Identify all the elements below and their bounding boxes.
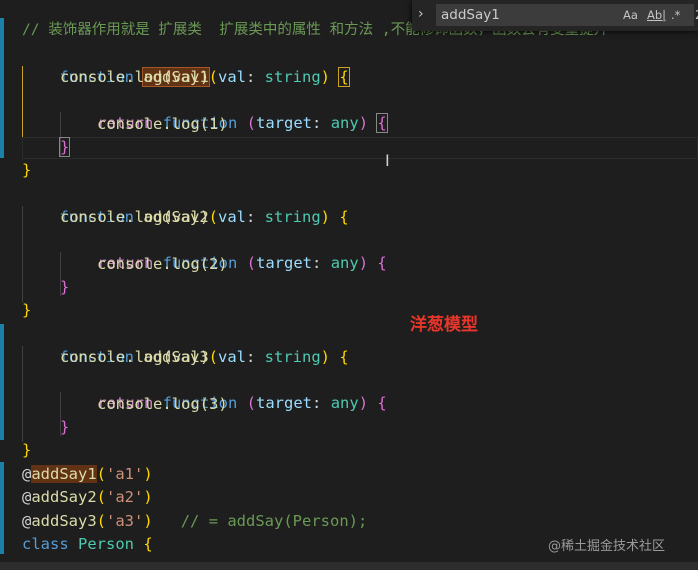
code-line-decorator: @addSay1('a1') xyxy=(22,465,153,483)
regex-icon[interactable]: .* xyxy=(671,8,680,22)
string: 'a1' xyxy=(106,465,144,483)
code-line: return function (target: any) { xyxy=(97,394,387,412)
console-log: console.log(val) xyxy=(60,208,210,226)
console-log: console.log(3) xyxy=(97,395,228,413)
class-name: Person xyxy=(78,535,135,553)
param: target xyxy=(256,254,313,272)
console-log: console.log(2) xyxy=(97,255,228,273)
match-case-icon[interactable]: Aa xyxy=(623,8,638,22)
param: target xyxy=(256,394,313,412)
code-line: return function (target: any) { xyxy=(97,254,387,272)
code-line: console.log(1) xyxy=(97,113,228,136)
code-line: } xyxy=(60,278,70,296)
match-whole-word-icon[interactable]: Ab| xyxy=(647,8,666,22)
type: string xyxy=(264,68,321,86)
code-line: } xyxy=(58,137,71,157)
code-line: class Person { xyxy=(22,535,153,553)
code-line: console.log(2) xyxy=(97,253,228,276)
current-line-highlight xyxy=(22,137,698,159)
code-line: console.log(3) xyxy=(97,393,228,416)
gutter-change-marker xyxy=(0,324,4,440)
gutter-change-marker xyxy=(0,462,4,554)
code-line-decorator: @addSay2('a2') xyxy=(22,488,153,506)
param: val xyxy=(218,208,246,226)
gutter-change-marker xyxy=(0,18,4,158)
code-line: return function (target: any) { xyxy=(97,113,388,133)
decorator-name: addSay2 xyxy=(31,488,97,506)
find-input-value: addSay1 xyxy=(441,7,500,23)
type: any xyxy=(330,114,359,132)
code-line: } xyxy=(22,441,32,459)
onion-model-annotation: 洋葱模型 xyxy=(410,315,478,335)
decorator-name: addSay3 xyxy=(31,512,97,530)
type: string xyxy=(264,348,321,366)
param: val xyxy=(218,348,246,366)
type: string xyxy=(264,208,321,226)
code-line: console.log(val) xyxy=(60,346,209,369)
text-cursor-icon: I xyxy=(385,151,390,170)
watermark: @稀土掘金技术社区 xyxy=(548,539,666,554)
chevron-right-icon[interactable]: › xyxy=(418,6,424,22)
console-log: console.log(val) xyxy=(60,68,210,86)
code-line: console.log(val) xyxy=(60,206,209,229)
string: 'a3' xyxy=(106,512,144,530)
param: val xyxy=(218,68,246,86)
code-line: } xyxy=(60,418,70,436)
decorator-name-match: addSay1 xyxy=(31,465,97,483)
type: any xyxy=(330,254,359,272)
console-log: console.log(val) xyxy=(60,348,210,366)
param: target xyxy=(256,114,313,132)
code-line: function addSay1(val: string) { xyxy=(59,67,350,87)
type: any xyxy=(330,394,359,412)
find-input[interactable]: addSay1 Aa Ab| .* xyxy=(436,4,694,26)
code-comment: // = addSay(Person); xyxy=(180,512,368,530)
code-line-decorator: @addSay3('a3') // = addSay(Person); xyxy=(22,512,368,530)
status-strip xyxy=(0,562,698,570)
string: 'a2' xyxy=(106,488,144,506)
console-log: console.log(1) xyxy=(97,115,228,133)
code-line: function addSay3(val: string) { xyxy=(59,348,349,366)
code-line: function addSay2(val: string) { xyxy=(59,208,349,226)
code-line: } xyxy=(22,161,32,179)
code-line: } xyxy=(22,301,32,319)
find-widget[interactable]: › addSay1 Aa Ab| .* 2 xyxy=(412,0,698,31)
code-editor[interactable]: // 装饰器作用就是 扩展类 扩展类中的属性 和方法 ,不能修饰函数，函数会有变… xyxy=(0,0,698,570)
keyword: class xyxy=(22,535,69,553)
code-line: console.log(val) xyxy=(60,66,209,89)
